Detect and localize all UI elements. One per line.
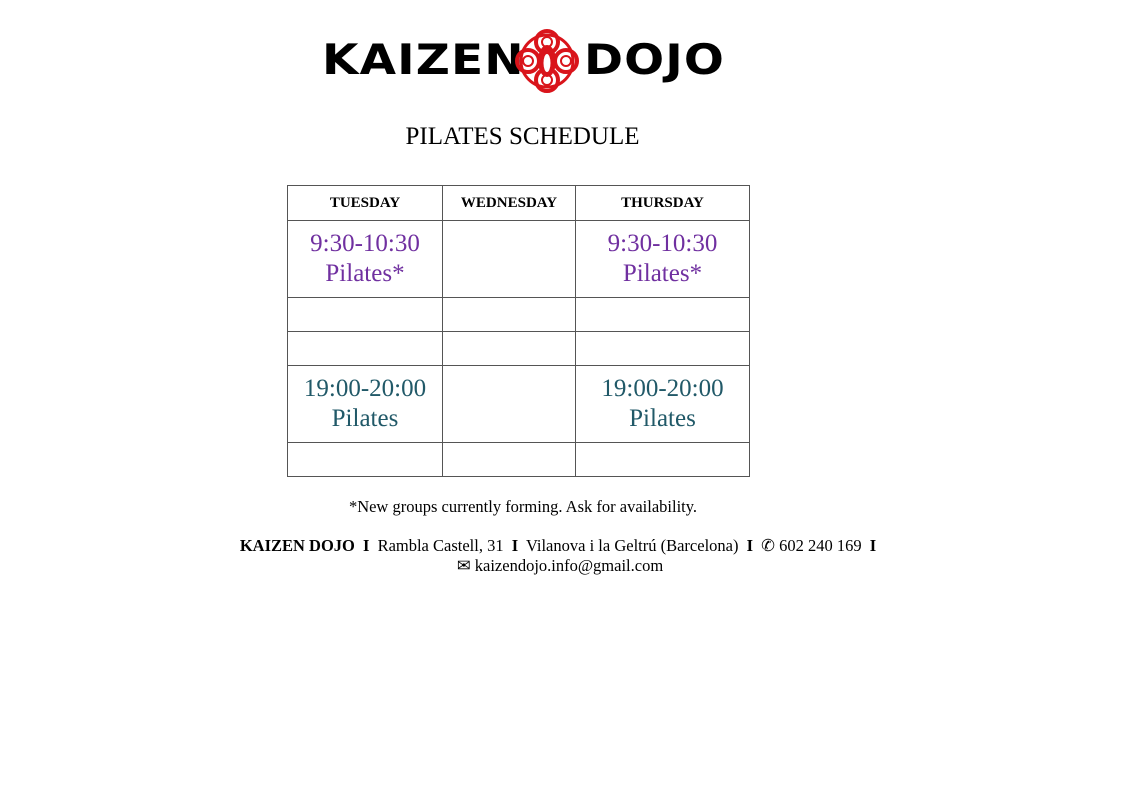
kaizen-dojo-logo: KAIZEN DOJO xyxy=(322,28,728,94)
page-title: PILATES SCHEDULE xyxy=(405,123,640,150)
separator: I xyxy=(869,536,877,555)
table-header-row: TUESDAY WEDNESDAY THURSDAY xyxy=(287,185,750,221)
column-header-wednesday: WEDNESDAY xyxy=(442,185,576,221)
class-name: Pilates xyxy=(331,405,399,432)
class-name: Pilates xyxy=(629,405,696,432)
class-slot-thursday-evening: 19:00-20:00 Pilates xyxy=(575,365,750,443)
class-slot-tuesday-morning: 9:30-10:30 Pilates* xyxy=(287,220,443,298)
phone-icon: ✆ xyxy=(761,536,775,555)
footer-email: kaizendojo.info@gmail.com xyxy=(474,556,664,575)
empty-slot xyxy=(442,331,576,366)
empty-slot xyxy=(287,297,443,332)
separator: I xyxy=(746,536,754,555)
contact-footer: KAIZEN DOJO I Rambla Castell, 31 I Vilan… xyxy=(200,536,920,576)
separator: I xyxy=(511,536,519,555)
class-time: 9:30-10:30 xyxy=(310,230,420,257)
class-time: 19:00-20:00 xyxy=(303,375,427,402)
class-time: 9:30-10:30 xyxy=(607,230,718,257)
separator: I xyxy=(363,536,370,555)
empty-slot xyxy=(287,331,443,366)
table-row xyxy=(287,297,750,332)
schedule-table: TUESDAY WEDNESDAY THURSDAY 9:30-10:30 Pi… xyxy=(287,185,750,477)
logo-text-left: KAIZEN xyxy=(322,35,525,84)
class-name: Pilates* xyxy=(622,260,703,287)
empty-slot xyxy=(575,442,750,477)
table-row: 9:30-10:30 Pilates* 9:30-10:30 Pilates* xyxy=(287,220,750,298)
class-time: 19:00-20:00 xyxy=(601,375,724,402)
column-header-tuesday: TUESDAY xyxy=(287,185,443,221)
empty-slot xyxy=(442,442,576,477)
empty-slot xyxy=(442,297,576,332)
class-slot-tuesday-evening: 19:00-20:00 Pilates xyxy=(287,365,443,443)
class-slot-thursday-morning: 9:30-10:30 Pilates* xyxy=(575,220,750,298)
empty-slot xyxy=(575,297,750,332)
red-knot-crest-icon xyxy=(515,29,579,93)
email-icon: ✉ xyxy=(456,556,471,575)
logo-text-right: DOJO xyxy=(584,35,726,84)
table-row: 19:00-20:00 Pilates 19:00-20:00 Pilates xyxy=(287,365,750,443)
class-slot-wednesday-evening xyxy=(442,365,576,443)
class-slot-wednesday-morning xyxy=(442,220,576,298)
empty-slot xyxy=(575,331,750,366)
class-name: Pilates* xyxy=(325,260,405,287)
footer-phone: 602 240 169 xyxy=(779,536,862,555)
footer-city: Vilanova i la Geltrú (Barcelona) xyxy=(525,536,739,555)
table-row xyxy=(287,331,750,366)
footer-brand: KAIZEN DOJO xyxy=(239,536,355,555)
footer-address: Rambla Castell, 31 xyxy=(377,536,504,555)
availability-footnote: *New groups currently forming. Ask for a… xyxy=(348,497,698,516)
empty-slot xyxy=(287,442,443,477)
column-header-thursday: THURSDAY xyxy=(575,185,750,221)
table-row xyxy=(287,442,750,477)
